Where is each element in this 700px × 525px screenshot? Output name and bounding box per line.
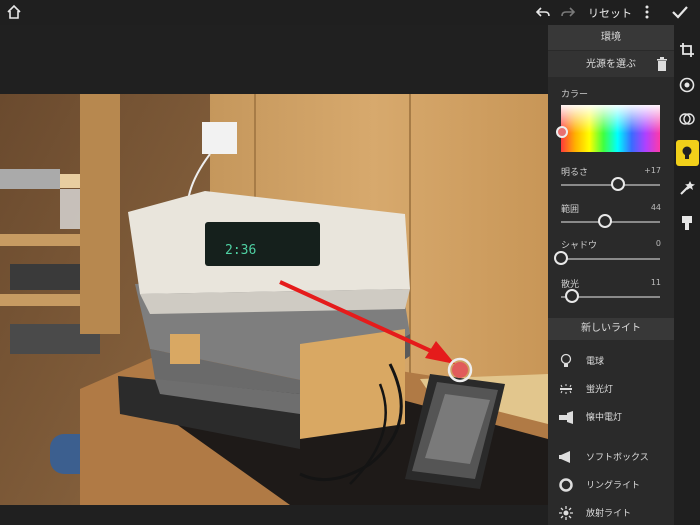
shadow-slider-track[interactable] <box>561 258 660 260</box>
reset-button[interactable]: リセット <box>588 5 632 21</box>
undo-icon[interactable] <box>535 4 551 20</box>
trash-icon[interactable] <box>656 57 668 71</box>
photo-canvas[interactable]: 2:36 <box>0 25 548 525</box>
top-bar: リセット <box>0 0 700 25</box>
apply-check-icon[interactable] <box>671 4 689 20</box>
range-label: 範囲 <box>561 205 580 215</box>
light-item-flashlight[interactable]: 懐中電灯 <box>548 406 674 428</box>
light-item-label: 蛍光灯 <box>586 385 614 395</box>
light-item-bulb[interactable]: 電球 <box>548 350 674 372</box>
photo-scene: 2:36 <box>0 94 548 505</box>
filters-icon[interactable] <box>679 111 695 127</box>
softbox-icon <box>559 451 570 463</box>
aperture-icon[interactable] <box>679 77 695 93</box>
color-label: カラー <box>561 90 589 100</box>
more-options-icon[interactable] <box>642 4 652 20</box>
bulb-icon <box>560 353 572 367</box>
new-light-header: 新しいライト <box>548 318 674 340</box>
crop-icon[interactable] <box>679 42 695 58</box>
diffusion-value: 11 <box>650 278 661 287</box>
color-spectrum[interactable] <box>561 105 660 152</box>
diffusion-label: 散光 <box>561 280 580 290</box>
radial-light-icon <box>559 506 573 520</box>
brightness-slider-knob[interactable] <box>611 177 626 191</box>
light-item-label: 放射ライト <box>586 509 632 519</box>
radio-display-text: 2:36 <box>225 243 256 258</box>
photo[interactable]: 2:36 <box>0 94 548 505</box>
select-light-button[interactable]: 光源を選ぶ <box>548 50 674 77</box>
panel-header: 環境 <box>548 25 674 50</box>
light-item-label: リングライト <box>586 481 641 491</box>
shadow-slider-knob[interactable] <box>554 251 568 265</box>
select-light-label: 光源を選ぶ <box>586 59 636 70</box>
light-item-radial-light[interactable]: 放射ライト <box>548 502 674 524</box>
brush-icon[interactable] <box>679 215 695 231</box>
ring-light-icon <box>559 478 573 492</box>
diffusion-slider-knob[interactable] <box>564 289 579 303</box>
shadow-label: シャドウ <box>561 241 598 251</box>
tool-rail <box>674 25 700 525</box>
fluorescent-icon <box>560 384 572 394</box>
light-item-softbox[interactable]: ソフトボックス <box>548 446 674 468</box>
brightness-value: +17 <box>644 166 661 175</box>
light-settings-panel: 環境 光源を選ぶ カラー 明るさ +17 範囲 44 シャドウ 0 散光 11 … <box>548 25 674 525</box>
home-icon[interactable] <box>6 4 22 20</box>
light-item-label: 懐中電灯 <box>586 413 623 423</box>
range-slider-knob[interactable] <box>597 214 612 228</box>
light-item-label: 電球 <box>586 357 605 367</box>
shadow-value: 0 <box>655 239 661 248</box>
light-item-fluorescent[interactable]: 蛍光灯 <box>548 378 674 400</box>
lighting-bulb-icon[interactable] <box>679 145 695 161</box>
light-item-label: ソフトボックス <box>586 453 649 463</box>
range-value: 44 <box>650 203 661 212</box>
brightness-label: 明るさ <box>561 168 589 178</box>
redo-icon[interactable] <box>560 4 576 20</box>
magic-wand-icon[interactable] <box>679 180 695 196</box>
light-item-ring-light[interactable]: リングライト <box>548 474 674 496</box>
flashlight-icon <box>559 411 573 424</box>
color-picker-knob[interactable] <box>556 126 568 138</box>
